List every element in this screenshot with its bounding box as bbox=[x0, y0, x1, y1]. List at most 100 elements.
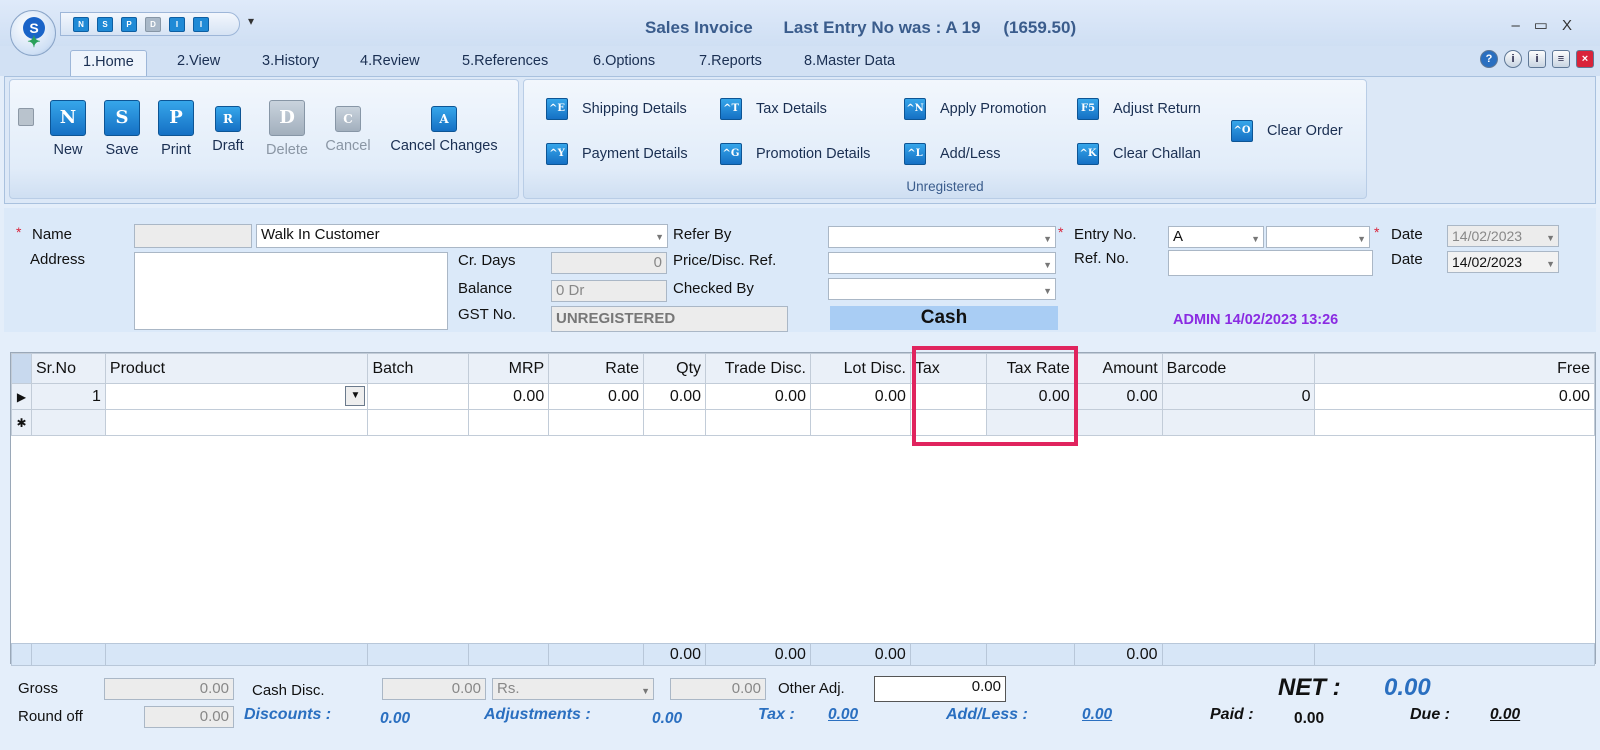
shipping-details-button[interactable]: ^E Shipping Details bbox=[546, 98, 687, 122]
qat-item-icon[interactable]: I bbox=[169, 17, 185, 32]
entry-number-field[interactable]: ▼ bbox=[1266, 226, 1370, 248]
new-cell[interactable] bbox=[1314, 409, 1595, 436]
chevron-down-icon[interactable]: ▼ bbox=[1043, 229, 1052, 247]
chevron-down-icon[interactable]: ▼ bbox=[641, 681, 650, 699]
checked-by-field[interactable]: ▼ bbox=[828, 278, 1056, 300]
cell-batch[interactable] bbox=[367, 383, 470, 410]
chevron-down-icon[interactable]: ▼ bbox=[1043, 281, 1052, 299]
tab-history[interactable]: 3.History bbox=[250, 50, 331, 76]
cash-disc-amount-field[interactable]: 0.00 bbox=[670, 678, 766, 700]
col-header-batch[interactable]: Batch bbox=[367, 353, 470, 384]
table-row[interactable]: ▶ 1 ▼ 0.00 0.00 0.00 0.00 0.00 0.00 0.00… bbox=[11, 383, 1595, 410]
tab-review[interactable]: 4.Review bbox=[348, 50, 432, 76]
address-field[interactable] bbox=[134, 252, 448, 330]
cell-mrp[interactable]: 0.00 bbox=[468, 383, 550, 410]
help-icon[interactable]: ? bbox=[1480, 50, 1498, 69]
clear-challan-button[interactable]: ^K Clear Challan bbox=[1077, 143, 1201, 167]
col-header-trade-disc[interactable]: Trade Disc. bbox=[705, 353, 811, 384]
payment-details-button[interactable]: ^Y Payment Details bbox=[546, 143, 688, 167]
cell-srno[interactable]: 1 bbox=[30, 383, 106, 410]
exit-icon[interactable]: × bbox=[1576, 50, 1594, 69]
other-adj-field[interactable]: 0.00 bbox=[874, 676, 1006, 702]
new-cell[interactable] bbox=[104, 409, 369, 436]
product-dropdown-icon[interactable]: ▼ bbox=[345, 386, 366, 406]
qat-print-icon[interactable]: P bbox=[121, 17, 137, 32]
col-header-srno[interactable]: Sr.No bbox=[30, 353, 106, 384]
tax-value[interactable]: 0.00 bbox=[828, 706, 858, 724]
cash-disc-unit-field[interactable]: Rs. ▼ bbox=[492, 678, 654, 700]
cancel-button[interactable]: C Cancel bbox=[320, 100, 376, 154]
payment-mode-button[interactable]: Cash bbox=[830, 306, 1058, 330]
delete-button[interactable]: D Delete bbox=[260, 100, 314, 158]
col-header-barcode[interactable]: Barcode bbox=[1161, 353, 1316, 384]
cell-trade-disc[interactable]: 0.00 bbox=[705, 383, 811, 410]
tax-details-button[interactable]: ^T Tax Details bbox=[720, 98, 827, 122]
qat-delete-icon[interactable]: D bbox=[145, 17, 161, 32]
cell-qty[interactable]: 0.00 bbox=[643, 383, 707, 410]
maximize-icon[interactable]: ▭ bbox=[1534, 17, 1562, 34]
cell-rate[interactable]: 0.00 bbox=[548, 383, 645, 410]
tab-options[interactable]: 6.Options bbox=[581, 50, 667, 76]
adjust-return-button[interactable]: F5 Adjust Return bbox=[1077, 98, 1201, 122]
round-off-field[interactable]: 0.00 bbox=[144, 706, 234, 728]
entry-date-field[interactable]: 14/02/2023 ▼ bbox=[1447, 225, 1559, 247]
tab-view[interactable]: 2.View bbox=[165, 50, 232, 76]
new-cell[interactable] bbox=[468, 409, 550, 436]
new-cell[interactable] bbox=[30, 409, 106, 436]
promotion-details-button[interactable]: ^G Promotion Details bbox=[720, 143, 870, 167]
gross-field[interactable]: 0.00 bbox=[104, 678, 234, 700]
new-cell[interactable] bbox=[643, 409, 707, 436]
apply-promotion-button[interactable]: ^N Apply Promotion bbox=[904, 98, 1046, 122]
lock-icon[interactable] bbox=[18, 108, 34, 126]
draft-button[interactable]: R Draft bbox=[206, 100, 250, 154]
chevron-down-icon[interactable]: ▼ bbox=[1546, 254, 1555, 272]
print-button[interactable]: P Print bbox=[154, 100, 198, 158]
col-header-qty[interactable]: Qty bbox=[643, 353, 707, 384]
new-cell[interactable] bbox=[1073, 409, 1163, 436]
customer-name-field[interactable]: Walk In Customer ▼ bbox=[256, 224, 668, 248]
cell-lot-disc[interactable]: 0.00 bbox=[809, 383, 911, 410]
tab-master-data[interactable]: 8.Master Data bbox=[792, 50, 907, 76]
new-cell[interactable] bbox=[809, 409, 911, 436]
ref-no-field[interactable] bbox=[1168, 250, 1373, 276]
chevron-down-icon[interactable]: ▼ bbox=[655, 227, 664, 247]
col-header-amount[interactable]: Amount bbox=[1073, 353, 1163, 384]
balance-field[interactable]: 0 Dr bbox=[551, 280, 667, 302]
cell-amount[interactable]: 0.00 bbox=[1073, 383, 1163, 410]
new-cell[interactable] bbox=[367, 409, 470, 436]
chevron-down-icon[interactable]: ▼ bbox=[1546, 228, 1555, 246]
col-header-product[interactable]: Product bbox=[104, 353, 369, 384]
refer-by-field[interactable]: ▼ bbox=[828, 226, 1056, 248]
col-header-rate[interactable]: Rate bbox=[548, 353, 645, 384]
entry-series-field[interactable]: A ▼ bbox=[1168, 226, 1264, 248]
chevron-down-icon[interactable]: ▼ bbox=[1251, 229, 1260, 247]
col-header-mrp[interactable]: MRP bbox=[468, 353, 550, 384]
new-cell[interactable] bbox=[705, 409, 811, 436]
cr-days-field[interactable]: 0 bbox=[551, 252, 667, 274]
add-less-value[interactable]: 0.00 bbox=[1082, 706, 1112, 724]
cell-free[interactable]: 0.00 bbox=[1314, 383, 1595, 410]
chevron-down-icon[interactable]: ▼ bbox=[1043, 255, 1052, 273]
tab-reports[interactable]: 7.Reports bbox=[687, 50, 774, 76]
chevron-down-icon[interactable]: ▼ bbox=[1357, 229, 1366, 247]
cancel-changes-button[interactable]: A Cancel Changes bbox=[386, 100, 502, 154]
qat-save-icon[interactable]: S bbox=[97, 17, 113, 32]
qat-dropdown-icon[interactable]: ▾ bbox=[248, 14, 254, 28]
price-ref-field[interactable]: ▼ bbox=[828, 252, 1056, 274]
customer-code-field[interactable] bbox=[134, 224, 252, 248]
ref-date-field[interactable]: 14/02/2023 ▼ bbox=[1447, 251, 1559, 273]
save-button[interactable]: S Save bbox=[100, 100, 144, 158]
close-icon[interactable]: X bbox=[1562, 17, 1586, 34]
qat-item2-icon[interactable]: I bbox=[193, 17, 209, 32]
cash-disc-field[interactable]: 0.00 bbox=[382, 678, 486, 700]
minimize-icon[interactable]: – bbox=[1511, 17, 1533, 34]
new-row[interactable]: ✱ bbox=[11, 409, 1595, 436]
new-cell[interactable] bbox=[548, 409, 645, 436]
add-less-button[interactable]: ^L Add/Less bbox=[904, 143, 1000, 167]
col-header-lot-disc[interactable]: Lot Disc. bbox=[809, 353, 911, 384]
gst-field[interactable]: UNREGISTERED bbox=[551, 306, 788, 332]
cell-barcode[interactable]: 0 bbox=[1161, 383, 1316, 410]
cell-product[interactable]: ▼ bbox=[104, 383, 369, 410]
new-button[interactable]: N New bbox=[46, 100, 90, 158]
tab-references[interactable]: 5.References bbox=[450, 50, 560, 76]
